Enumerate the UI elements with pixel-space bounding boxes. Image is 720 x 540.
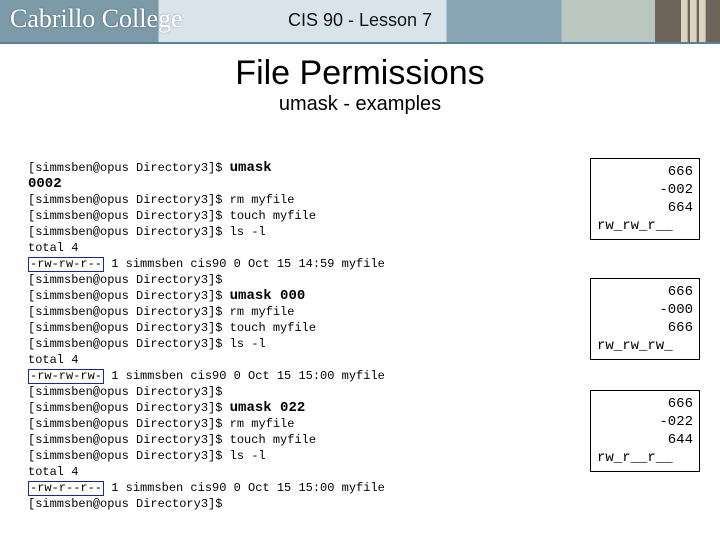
prompt: [simmsben@opus Directory3]$ [28, 321, 222, 335]
total-line: total 4 [28, 241, 78, 255]
cmd-ls: ls -l [230, 225, 266, 239]
command-umask-022: umask 022 [230, 400, 306, 416]
cmd-rm: rm myfile [230, 305, 295, 319]
cmd-touch: touch myfile [230, 321, 316, 335]
file-rest: 1 simmsben cis90 0 Oct 15 15:00 myfile [104, 481, 385, 495]
prompt: [simmsben@opus Directory3]$ [28, 273, 222, 287]
calc-r: 666 [597, 319, 693, 337]
cmd-rm: rm myfile [230, 417, 295, 431]
cmd-touch: touch myfile [230, 433, 316, 447]
terminal-output: [simmsben@opus Directory3]$ umask 0002 [… [28, 160, 385, 512]
page-subtitle: umask - examples [0, 93, 720, 116]
cmd-ls: ls -l [230, 449, 266, 463]
file-rest: 1 simmsben cis90 0 Oct 15 14:59 myfile [104, 257, 385, 271]
perm-box-1: -rw-rw-r-- [28, 257, 104, 272]
calc-box-1: 666 -002 664 rw_rw_r__ [590, 158, 700, 240]
command-umask-000: umask 000 [230, 288, 306, 304]
calc-sym: rw_rw_rw_ [597, 337, 693, 355]
calc-sym: rw_r__r__ [597, 449, 693, 467]
calc-sym: rw_rw_r__ [597, 217, 693, 235]
calc-b: -022 [597, 413, 693, 431]
perm-box-3: -rw-r--r-- [28, 481, 104, 496]
file-rest: 1 simmsben cis90 0 Oct 15 15:00 myfile [104, 369, 385, 383]
calc-r: 644 [597, 431, 693, 449]
calc-b: -002 [597, 181, 693, 199]
header-banner: Cabrillo College CIS 90 - Lesson 7 [0, 0, 720, 44]
prompt: [simmsben@opus Directory3]$ [28, 289, 222, 303]
cmd-touch: touch myfile [230, 209, 316, 223]
output-0002: 0002 [28, 176, 62, 192]
prompt: [simmsben@opus Directory3]$ [28, 385, 222, 399]
calc-a: 666 [597, 163, 693, 181]
prompt: [simmsben@opus Directory3]$ [28, 337, 222, 351]
calc-a: 666 [597, 283, 693, 301]
perm-box-2: -rw-rw-rw- [28, 369, 104, 384]
prompt: [simmsben@opus Directory3]$ [28, 161, 222, 175]
page-title: File Permissions [0, 54, 720, 93]
calc-box-2: 666 -000 666 rw_rw_rw_ [590, 278, 700, 360]
prompt: [simmsben@opus Directory3]$ [28, 433, 222, 447]
calc-r: 664 [597, 199, 693, 217]
column-decor [681, 0, 706, 42]
cmd-ls: ls -l [230, 337, 266, 351]
cmd-rm: rm myfile [230, 193, 295, 207]
prompt: [simmsben@opus Directory3]$ [28, 497, 222, 511]
total-line: total 4 [28, 465, 78, 479]
calc-b: -000 [597, 301, 693, 319]
prompt: [simmsben@opus Directory3]$ [28, 193, 222, 207]
calc-a: 666 [597, 395, 693, 413]
prompt: [simmsben@opus Directory3]$ [28, 305, 222, 319]
command-umask: umask [230, 160, 272, 176]
calc-box-3: 666 -022 644 rw_r__r__ [590, 390, 700, 472]
prompt: [simmsben@opus Directory3]$ [28, 417, 222, 431]
prompt: [simmsben@opus Directory3]$ [28, 209, 222, 223]
prompt: [simmsben@opus Directory3]$ [28, 449, 222, 463]
prompt: [simmsben@opus Directory3]$ [28, 401, 222, 415]
total-line: total 4 [28, 353, 78, 367]
prompt: [simmsben@opus Directory3]$ [28, 225, 222, 239]
course-title: CIS 90 - Lesson 7 [0, 10, 720, 31]
